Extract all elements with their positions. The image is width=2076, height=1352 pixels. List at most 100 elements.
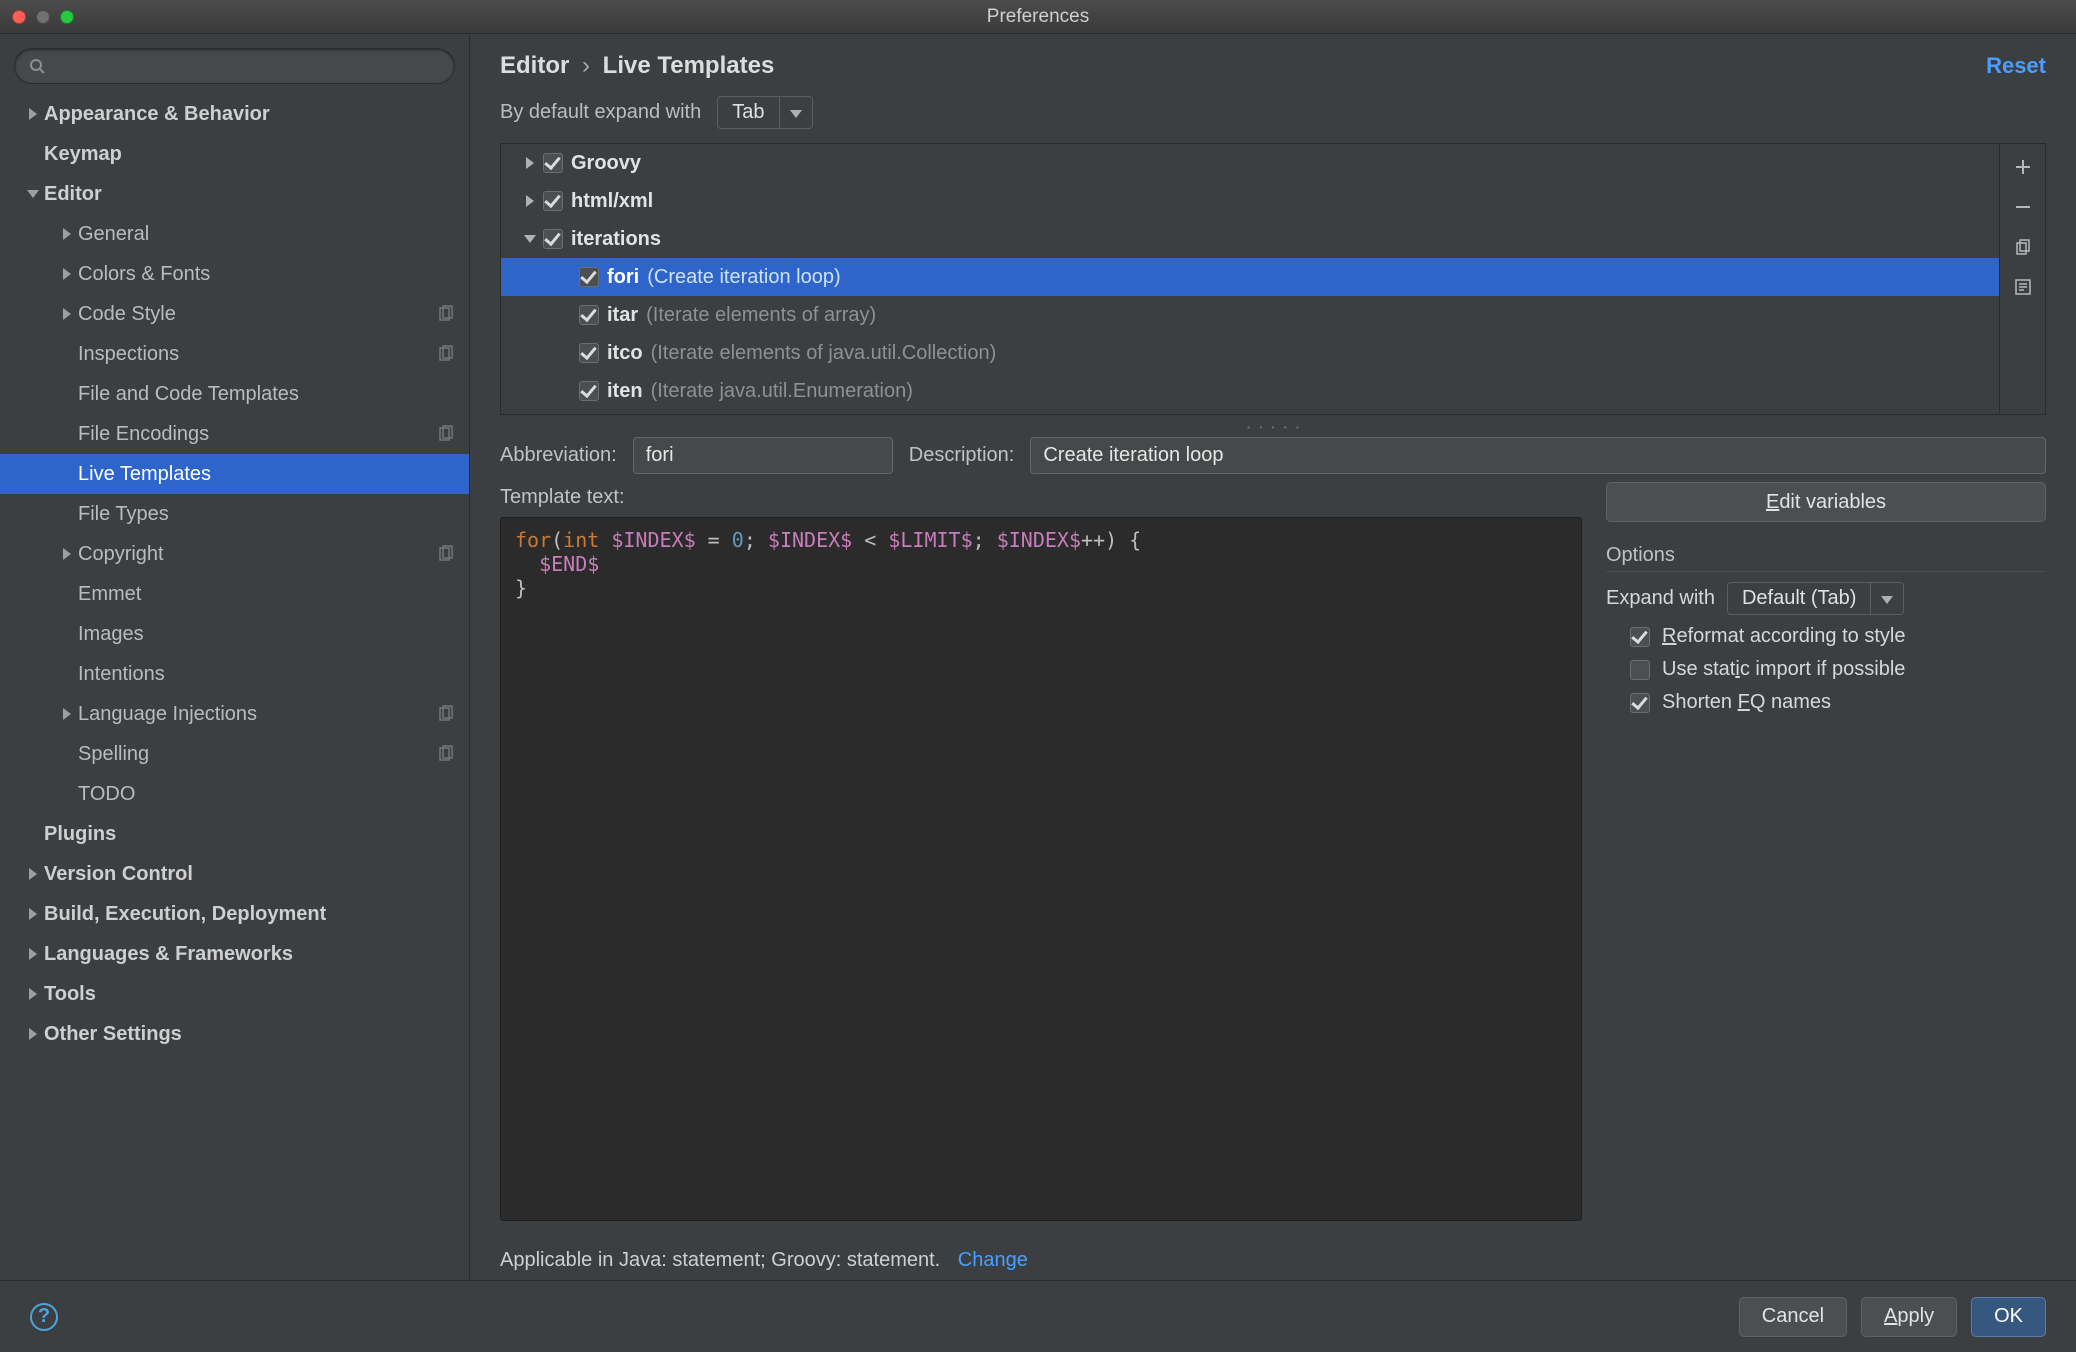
template-checkbox[interactable] xyxy=(579,343,599,363)
sidebar-item-label: Language Injections xyxy=(78,703,437,726)
edit-variables-button[interactable]: Edit variables xyxy=(1606,482,2046,522)
window-controls xyxy=(12,10,74,24)
template-desc: (Iterate elements of array) xyxy=(646,304,876,327)
resize-handle[interactable]: · · · · · xyxy=(500,423,2046,431)
template-group[interactable]: iterations xyxy=(501,220,1999,258)
disclosure-arrow-icon xyxy=(517,195,543,207)
chevron-down-icon xyxy=(1870,583,1903,614)
template-abbrev: itco xyxy=(607,342,643,365)
disclosure-arrow-icon xyxy=(56,708,78,720)
remove-template-button[interactable] xyxy=(2008,192,2038,222)
template-checkbox[interactable] xyxy=(579,381,599,401)
copy-template-button[interactable] xyxy=(2008,232,2038,262)
templates-panel: Groovyhtml/xml iterations fori(Create iter… xyxy=(500,143,2046,415)
template-checkbox[interactable] xyxy=(543,153,563,173)
details-template-button[interactable] xyxy=(2008,272,2038,302)
search-input[interactable] xyxy=(55,55,440,77)
static-import-checkbox[interactable] xyxy=(1630,660,1650,680)
sidebar-item-label: Tools xyxy=(44,983,455,1006)
disclosure-arrow-icon xyxy=(22,908,44,920)
disclosure-arrow-icon xyxy=(22,108,44,120)
reformat-checkbox[interactable] xyxy=(1630,627,1650,647)
template-checkbox[interactable] xyxy=(543,191,563,211)
reset-link[interactable]: Reset xyxy=(1986,53,2046,79)
add-template-button[interactable] xyxy=(2008,152,2038,182)
description-input[interactable] xyxy=(1030,437,2046,474)
search-box[interactable] xyxy=(14,48,455,84)
expand-with-label: Expand with xyxy=(1606,587,1715,610)
template-desc: (Create iteration loop) xyxy=(647,266,840,289)
sidebar-item[interactable]: Languages & Frameworks xyxy=(0,934,469,974)
help-button[interactable]: ? xyxy=(30,1303,58,1331)
scope-icon xyxy=(437,305,455,323)
template-checkbox[interactable] xyxy=(543,229,563,249)
template-abbrev: iten xyxy=(607,380,643,403)
sidebar-item[interactable]: Emmet xyxy=(0,574,469,614)
template-text-editor[interactable]: for(int $INDEX$ = 0; $INDEX$ < $LIMIT$; … xyxy=(500,517,1582,1221)
sidebar-item[interactable]: File and Code Templates xyxy=(0,374,469,414)
sidebar-item[interactable]: General xyxy=(0,214,469,254)
scope-icon xyxy=(437,745,455,763)
sidebar-item-label: File and Code Templates xyxy=(78,383,455,406)
sidebar-item[interactable]: Inspections xyxy=(0,334,469,374)
sidebar-item[interactable]: Copyright xyxy=(0,534,469,574)
sidebar-item[interactable]: File Types xyxy=(0,494,469,534)
sidebar-item-label: Colors & Fonts xyxy=(78,263,455,286)
zoom-window-button[interactable] xyxy=(60,10,74,24)
template-item[interactable]: itco (Iterate elements of java.util.Colle… xyxy=(501,334,1999,372)
expand-with-value: Default (Tab) xyxy=(1728,583,1871,614)
template-desc: (Iterate elements of java.util.Collectio… xyxy=(651,342,997,365)
sidebar-item[interactable]: Colors & Fonts xyxy=(0,254,469,294)
disclosure-arrow-icon xyxy=(22,1028,44,1040)
sidebar-item[interactable]: Intentions xyxy=(0,654,469,694)
sidebar-item[interactable]: Version Control xyxy=(0,854,469,894)
sidebar-item[interactable]: Plugins xyxy=(0,814,469,854)
disclosure-arrow-icon xyxy=(517,157,543,169)
expand-with-select[interactable]: Default (Tab) xyxy=(1727,582,1905,615)
template-item[interactable]: iten (Iterate java.util.Enumeration) xyxy=(501,372,1999,410)
titlebar: Preferences xyxy=(0,0,2076,34)
change-context-link[interactable]: Change xyxy=(958,1249,1028,1271)
shorten-fq-checkbox[interactable] xyxy=(1630,693,1650,713)
templates-tree[interactable]: Groovyhtml/xml iterations fori(Create iter… xyxy=(501,144,1999,414)
ok-button[interactable]: OK xyxy=(1971,1297,2046,1337)
template-group[interactable]: Groovy xyxy=(501,144,1999,182)
sidebar-item[interactable]: Appearance & Behavior xyxy=(0,94,469,134)
reformat-label: Reformat according to style xyxy=(1662,625,1905,648)
sidebar-item[interactable]: Tools xyxy=(0,974,469,1014)
sidebar-item[interactable]: Code Style xyxy=(0,294,469,334)
template-item[interactable]: itar(Iterate elements of array) xyxy=(501,296,1999,334)
disclosure-arrow-icon xyxy=(517,235,543,243)
breadcrumb-sep: › xyxy=(582,52,590,79)
apply-button[interactable]: Apply xyxy=(1861,1297,1957,1337)
sidebar-item[interactable]: Live Templates xyxy=(0,454,469,494)
template-group[interactable]: html/xml xyxy=(501,182,1999,220)
sidebar-item[interactable]: Spelling xyxy=(0,734,469,774)
default-expand-select[interactable]: Tab xyxy=(717,96,812,129)
cancel-button[interactable]: Cancel xyxy=(1739,1297,1847,1337)
template-checkbox[interactable] xyxy=(579,267,599,287)
sidebar-item-label: Build, Execution, Deployment xyxy=(44,903,455,926)
sidebar-item[interactable]: Language Injections xyxy=(0,694,469,734)
disclosure-arrow-icon xyxy=(22,868,44,880)
sidebar-item[interactable]: File Encodings xyxy=(0,414,469,454)
preferences-tree[interactable]: Appearance & Behavior KeymapEditorGeneral… xyxy=(0,94,469,1280)
template-item[interactable]: fori(Create iteration loop) xyxy=(501,258,1999,296)
sidebar-item[interactable]: Build, Execution, Deployment xyxy=(0,894,469,934)
template-group-name: iterations xyxy=(571,228,661,251)
minimize-window-button[interactable] xyxy=(36,10,50,24)
disclosure-arrow-icon xyxy=(22,190,44,198)
sidebar-item[interactable]: Keymap xyxy=(0,134,469,174)
sidebar-item[interactable]: Other Settings xyxy=(0,1014,469,1054)
abbreviation-input[interactable] xyxy=(633,437,893,474)
sidebar-item[interactable]: Images xyxy=(0,614,469,654)
template-checkbox[interactable] xyxy=(579,305,599,325)
scope-icon xyxy=(437,345,455,363)
sidebar-item-label: Code Style xyxy=(78,303,437,326)
scope-icon xyxy=(437,705,455,723)
close-window-button[interactable] xyxy=(12,10,26,24)
sidebar-item-label: Appearance & Behavior xyxy=(44,103,455,126)
sidebar-item[interactable]: TODO xyxy=(0,774,469,814)
template-desc: (Iterate java.util.Enumeration) xyxy=(651,380,913,403)
sidebar-item[interactable]: Editor xyxy=(0,174,469,214)
